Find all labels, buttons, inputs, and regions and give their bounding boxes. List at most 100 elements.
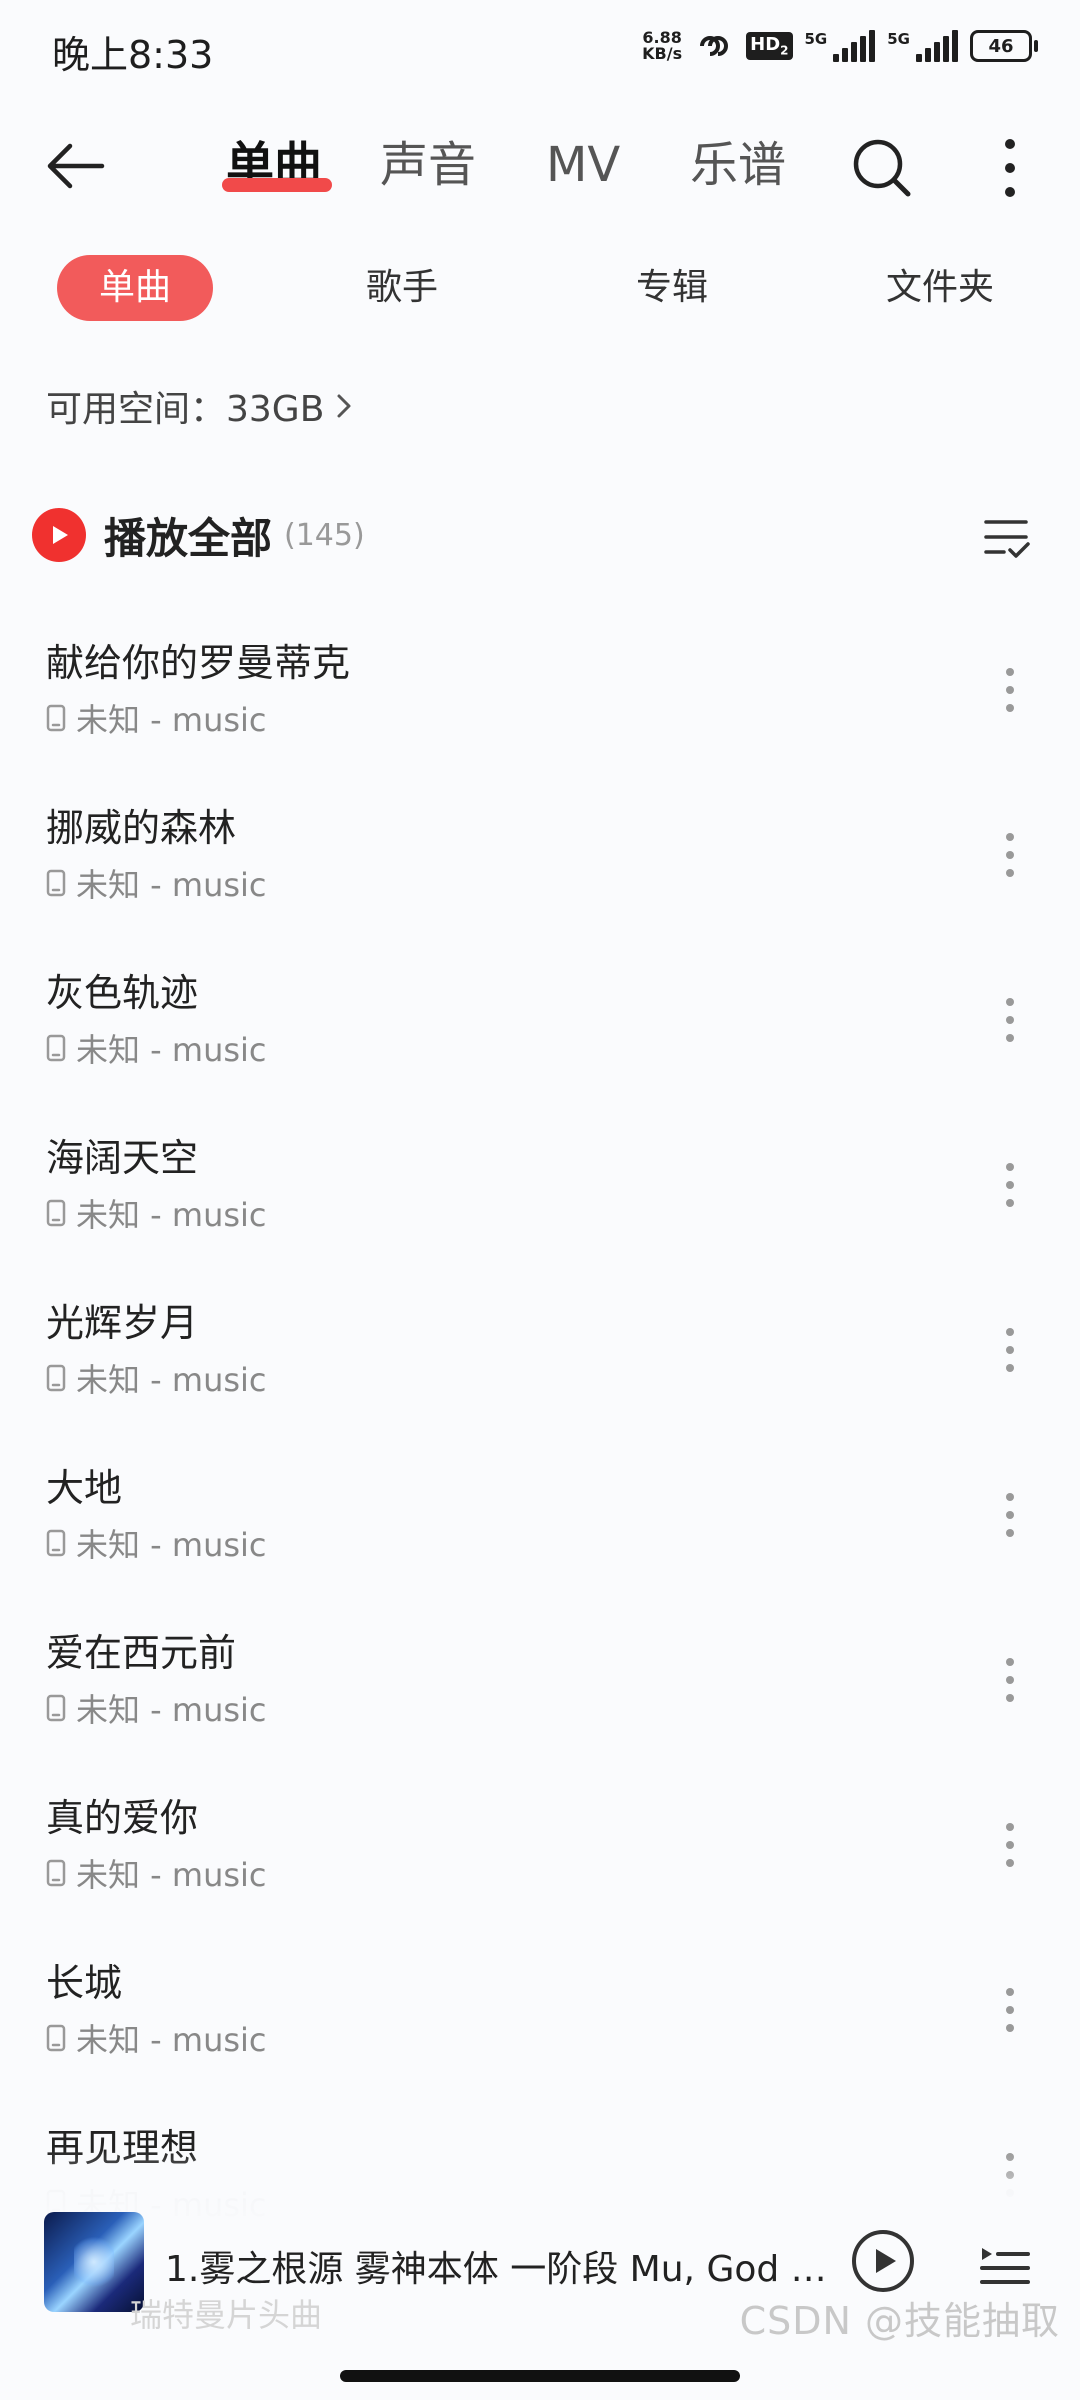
song-subtitle: 未知 - music <box>46 1355 267 1401</box>
song-subtitle: 未知 - music <box>46 1520 267 1566</box>
status-bar: 晚上8:33 6.88 KB/s HD2 5G 5G 46 <box>0 0 1080 100</box>
sub-tabs: 单曲 歌手 专辑 文件夹 <box>0 255 1080 325</box>
local-device-icon <box>46 1364 66 1392</box>
song-row[interactable]: 挪威的森林 未知 - music <box>0 765 1080 930</box>
more-vertical-icon <box>1006 998 1014 1042</box>
song-more-button[interactable] <box>990 1155 1030 1215</box>
network-type-1: 5G <box>804 30 828 48</box>
song-title: 长城 <box>46 1961 123 2005</box>
song-title: 真的爱你 <box>46 1796 199 1840</box>
song-row[interactable]: 长城 未知 - music <box>0 1920 1080 2085</box>
play-all-icon <box>32 508 86 562</box>
song-row[interactable]: 光辉岁月 未知 - music <box>0 1260 1080 1425</box>
local-device-icon <box>46 1529 66 1557</box>
song-title: 大地 <box>46 1466 123 1510</box>
playlist-queue-button[interactable] <box>978 2234 1032 2288</box>
song-title: 灰色轨迹 <box>46 971 199 1015</box>
song-artist-album: 未知 - music <box>76 866 267 904</box>
local-device-icon <box>46 1034 66 1062</box>
song-title: 光辉岁月 <box>46 1301 199 1345</box>
tab-sounds[interactable]: 声音 <box>380 130 476 200</box>
back-arrow-icon <box>47 143 105 189</box>
song-more-button[interactable] <box>990 660 1030 720</box>
batch-manage-button[interactable] <box>982 512 1032 562</box>
more-options-button[interactable] <box>990 134 1030 202</box>
net-speed: 6.88 KB/s <box>642 28 683 63</box>
storage-info[interactable]: 可用空间：33GB <box>46 380 354 432</box>
song-subtitle: 未知 - music <box>46 1850 267 1896</box>
more-vertical-icon <box>1006 1163 1014 1207</box>
more-vertical-icon <box>1006 1988 1014 2032</box>
hotspot-icon <box>700 36 729 56</box>
play-all-button[interactable]: 播放全部 (145) <box>32 500 365 570</box>
song-row[interactable]: 爱在西元前 未知 - music <box>0 1590 1080 1755</box>
song-more-button[interactable] <box>990 825 1030 885</box>
watermark: CSDN @技能抽取 <box>739 2299 1060 2343</box>
battery-level: 46 <box>988 35 1014 57</box>
list-check-icon <box>984 520 1030 558</box>
back-button[interactable] <box>40 130 112 202</box>
song-subtitle: 未知 - music <box>46 1025 267 1071</box>
song-subtitle: 未知 - music <box>46 2015 267 2061</box>
song-subtitle: 未知 - music <box>46 860 267 906</box>
status-time: 晚上8:33 <box>52 33 214 77</box>
song-subtitle: 未知 - music <box>46 1190 267 1236</box>
more-vertical-icon <box>1006 833 1014 877</box>
playlist-icon <box>980 2248 1030 2284</box>
song-more-button[interactable] <box>990 1485 1030 1545</box>
local-device-icon <box>46 1859 66 1887</box>
play-icon <box>852 2230 914 2292</box>
song-title: 献给你的罗曼蒂克 <box>46 641 351 685</box>
song-count: (145) <box>284 517 365 553</box>
song-title: 爱在西元前 <box>46 1631 237 1675</box>
more-vertical-icon <box>1006 1658 1014 1702</box>
more-vertical-icon <box>1006 1328 1014 1372</box>
subtab-folders[interactable]: 文件夹 <box>886 255 994 321</box>
song-more-button[interactable] <box>990 1650 1030 1710</box>
local-device-icon <box>46 869 66 897</box>
song-artist-album: 未知 - music <box>76 1361 267 1399</box>
song-list: 献给你的罗曼蒂克 未知 - music 挪威的森林 未知 - music 灰色轨… <box>0 600 1080 2250</box>
subtab-albums[interactable]: 专辑 <box>636 255 708 321</box>
play-all-label: 播放全部 <box>104 513 273 563</box>
player-subtitle: 瑞特曼片头曲 <box>130 2296 323 2334</box>
song-artist-album: 未知 - music <box>76 701 267 739</box>
song-subtitle: 未知 - music <box>46 1685 267 1731</box>
song-row[interactable]: 大地 未知 - music <box>0 1425 1080 1590</box>
song-title: 海阔天空 <box>46 1136 199 1180</box>
search-icon <box>853 139 911 197</box>
chevron-right-icon <box>337 394 351 418</box>
song-more-button[interactable] <box>990 1815 1030 1875</box>
song-artist-album: 未知 - music <box>76 1196 267 1234</box>
song-more-button[interactable] <box>990 1320 1030 1380</box>
song-artist-album: 未知 - music <box>76 1031 267 1069</box>
top-nav: 单曲 声音 MV 乐谱 <box>0 110 1080 220</box>
play-pause-button[interactable] <box>850 2228 916 2294</box>
local-device-icon <box>46 1694 66 1722</box>
home-indicator[interactable] <box>340 2370 740 2382</box>
subtab-songs[interactable]: 单曲 <box>57 255 213 321</box>
song-row[interactable]: 灰色轨迹 未知 - music <box>0 930 1080 1095</box>
song-subtitle: 未知 - music <box>46 695 267 741</box>
song-more-button[interactable] <box>990 990 1030 1050</box>
storage-label: 可用空间：33GB <box>46 389 325 430</box>
subtab-artists[interactable]: 歌手 <box>366 255 438 321</box>
tab-mv[interactable]: MV <box>546 130 620 200</box>
local-device-icon <box>46 2024 66 2052</box>
battery-icon: 46 <box>970 30 1038 62</box>
song-artist-album: 未知 - music <box>76 1691 267 1729</box>
active-tab-indicator <box>222 178 332 192</box>
now-playing-title[interactable]: 1.雾之根源 雾神本体 一阶段 Mu, God of Mist <box>165 2240 835 2292</box>
status-icons: 6.88 KB/s HD2 5G 5G 46 <box>642 28 1038 63</box>
album-art[interactable] <box>44 2212 144 2312</box>
network-type-2: 5G <box>887 30 910 48</box>
search-button[interactable] <box>848 134 916 202</box>
song-row[interactable]: 献给你的罗曼蒂克 未知 - music <box>0 600 1080 765</box>
more-vertical-icon <box>1006 1823 1014 1867</box>
local-device-icon <box>46 704 66 732</box>
song-row[interactable]: 海阔天空 未知 - music <box>0 1095 1080 1260</box>
song-artist-album: 未知 - music <box>76 2021 267 2059</box>
song-more-button[interactable] <box>990 1980 1030 2040</box>
tab-sheet-music[interactable]: 乐谱 <box>690 130 786 200</box>
song-row[interactable]: 真的爱你 未知 - music <box>0 1755 1080 1920</box>
